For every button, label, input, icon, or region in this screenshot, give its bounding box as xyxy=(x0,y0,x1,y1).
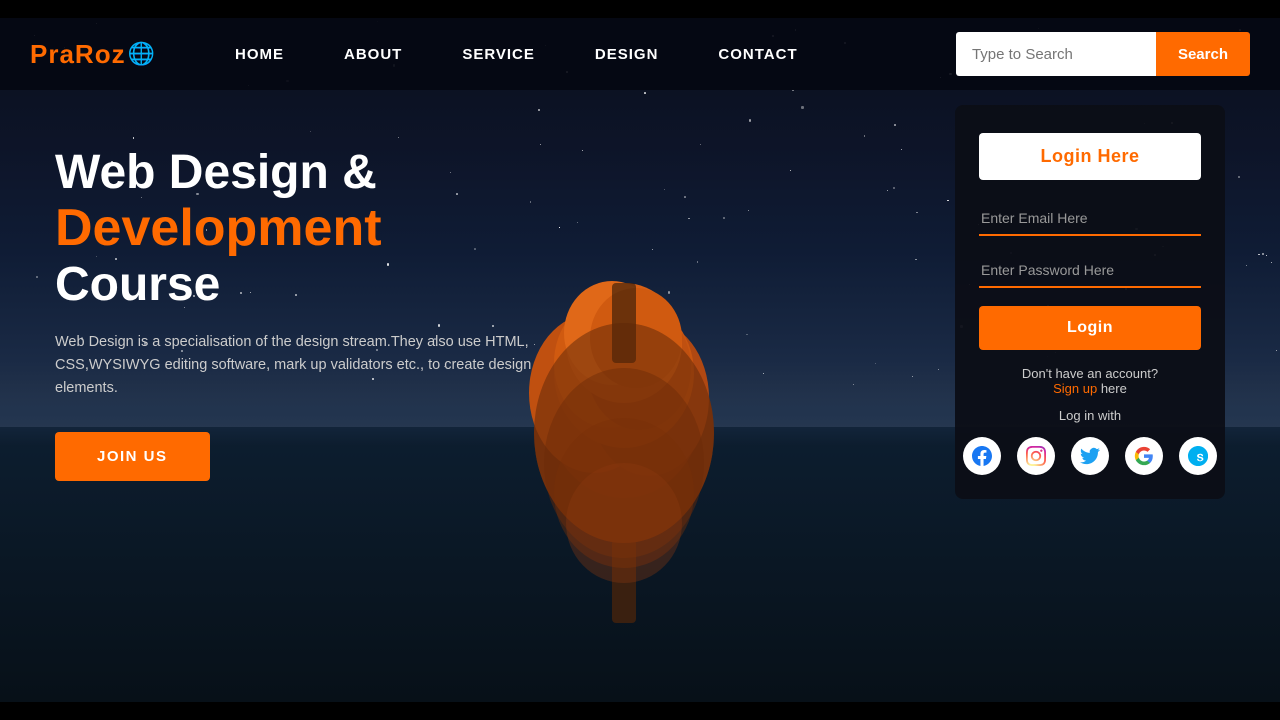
navbar: PraRoz 🌐 HOME ABOUT SERVICE DESIGN CONTA… xyxy=(0,18,1280,90)
nav-home[interactable]: HOME xyxy=(235,46,284,63)
signup-link[interactable]: Sign up xyxy=(1053,381,1097,396)
logo-text: PraRoz xyxy=(30,39,126,70)
search-area: Search xyxy=(956,32,1250,76)
hero-line2: Development xyxy=(55,200,545,257)
top-bar xyxy=(0,0,1280,18)
google-icon[interactable] xyxy=(1125,437,1163,475)
join-us-button[interactable]: JOIN US xyxy=(55,432,210,481)
login-button[interactable]: Login xyxy=(979,306,1201,350)
nav-about[interactable]: ABOUT xyxy=(344,46,402,63)
login-with-label: Log in with xyxy=(1059,408,1121,423)
nav-design[interactable]: DESIGN xyxy=(595,46,659,63)
hero-line1: Web Design & xyxy=(55,145,545,200)
login-card: Login Here Login Don't have an account? … xyxy=(955,105,1225,499)
social-icons-group xyxy=(963,437,1217,475)
signup-suffix: here xyxy=(1101,381,1127,396)
hero-content: Web Design & Development Course Web Desi… xyxy=(55,145,545,481)
bottom-bar xyxy=(0,702,1280,720)
signup-prompt: Don't have an account? Sign up here xyxy=(1022,366,1158,396)
logo[interactable]: PraRoz 🌐 xyxy=(30,39,155,70)
password-field[interactable] xyxy=(979,254,1201,288)
nav-contact[interactable]: CONTACT xyxy=(718,46,797,63)
skype-icon[interactable] xyxy=(1179,437,1217,475)
nav-service[interactable]: SERVICE xyxy=(462,46,535,63)
facebook-icon[interactable] xyxy=(963,437,1001,475)
hero-description: Web Design is a specialisation of the de… xyxy=(55,331,545,401)
search-button[interactable]: Search xyxy=(1156,32,1250,76)
nav-links: HOME ABOUT SERVICE DESIGN CONTACT xyxy=(235,46,956,63)
instagram-icon[interactable] xyxy=(1017,437,1055,475)
hero-line3: Course xyxy=(55,257,545,312)
twitter-icon[interactable] xyxy=(1071,437,1109,475)
search-input[interactable] xyxy=(956,32,1156,76)
email-field[interactable] xyxy=(979,202,1201,236)
login-here-button[interactable]: Login Here xyxy=(979,133,1201,180)
logo-globe-icon: 🌐 xyxy=(128,41,155,67)
no-account-text: Don't have an account? xyxy=(1022,366,1158,381)
